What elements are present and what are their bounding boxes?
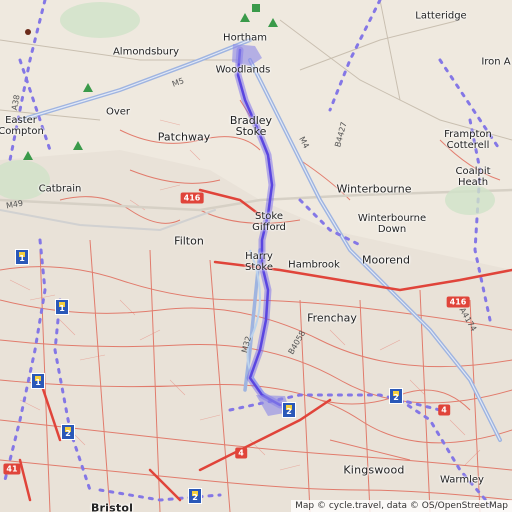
road-shield-a4174-west: 416 [180,192,204,204]
ncn-marker-2[interactable]: 2 [389,388,403,404]
ncn-marker-1[interactable]: 1 [31,373,45,389]
place-bradley-stoke: Bradley Stoke [229,114,273,138]
place-stoke-gifford: Stoke Gifford [252,211,286,233]
map-attribution: Map © cycle.travel, data © OS/OpenStreet… [291,500,512,512]
road-shield-a4-centre: 4 [235,447,247,459]
road-shield-a4174-east: 416 [446,296,470,308]
place-over: Over [105,106,131,118]
ncn-marker-2[interactable]: 2 [282,402,296,418]
place-filton: Filton [174,234,204,248]
place-almondsbury: Almondsbury [112,46,180,58]
place-frampton-cotterell: Frampton Cotterell [444,129,492,151]
place-iron-acton: Iron A [481,56,511,68]
place-woodlands: Woodlands [215,64,271,76]
road-shield-a4-west: 41 [3,463,21,475]
place-winterbourne: Winterbourne [336,182,412,196]
place-frenchay: Frenchay [307,311,357,325]
place-harry-stoke: Harry Stoke [245,251,273,273]
place-easter-compton: Easter Compton [0,115,44,137]
place-hortham: Hortham [223,32,267,44]
place-patchway: Patchway [157,130,211,144]
place-coalpit-heath: Coalpit Heath [455,166,491,188]
road-shield-a4-east: 4 [438,404,450,416]
place-moorend: Moorend [362,253,410,267]
map-canvas[interactable]: Latteridge Almondsbury Hortham Woodlands… [0,0,512,512]
place-warmley: Warmley [440,474,484,486]
place-catbrain: Catbrain [38,183,82,195]
place-kingswood: Kingswood [343,463,405,477]
ncn-marker-2[interactable]: 2 [61,424,75,440]
place-bristol: Bristol [90,501,134,512]
place-latteridge: Latteridge [415,10,467,22]
place-hambrook: Hambrook [288,259,340,271]
place-winterbourne-down: Winterbourne Down [357,213,427,235]
ncn-marker-1[interactable]: 1 [15,249,29,265]
ncn-marker-2[interactable]: 2 [188,488,202,504]
ncn-marker-1[interactable]: 1 [55,299,69,315]
